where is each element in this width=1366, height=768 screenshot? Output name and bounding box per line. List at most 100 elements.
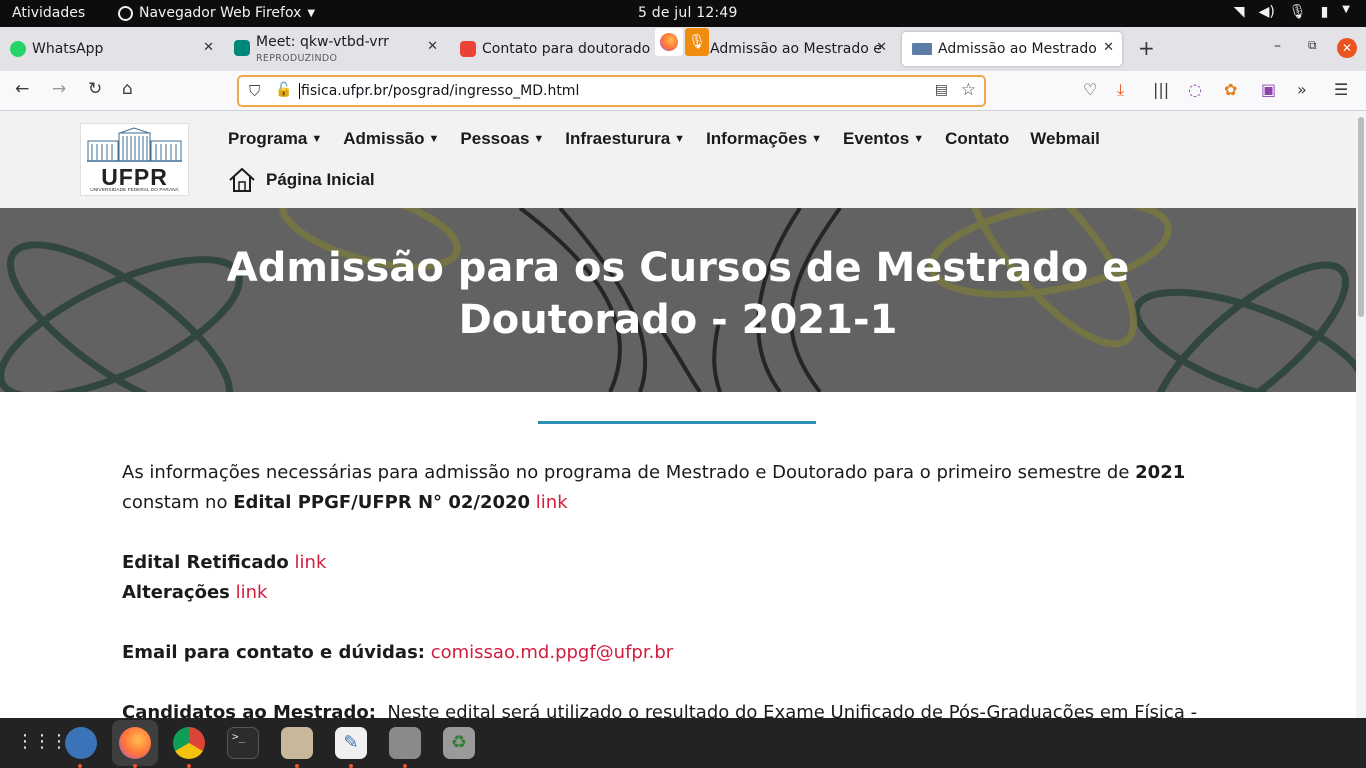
terminal-icon[interactable]: >_ (227, 727, 259, 759)
library-icon[interactable]: ||| (1153, 80, 1169, 99)
whatsapp-icon (10, 41, 26, 57)
close-tab-icon[interactable]: ✕ (427, 39, 438, 54)
close-tab-icon[interactable]: ✕ (876, 40, 887, 55)
edital-link[interactable]: link (536, 492, 568, 513)
insecure-lock-icon[interactable]: 🔓 (275, 82, 292, 98)
reader-view-icon[interactable]: ▤ (935, 82, 948, 98)
nav-programa[interactable]: Programa ▼ (228, 129, 322, 149)
nav-pessoas[interactable]: Pessoas ▼ (460, 129, 544, 149)
url-text[interactable]: fisica.ufpr.br/posgrad/ingresso_MD.html (299, 83, 579, 99)
close-window-button[interactable]: ✕ (1337, 38, 1357, 58)
alteracoes-link[interactable]: link (236, 582, 268, 603)
extension-badge-icon[interactable]: ▣ (1261, 80, 1276, 99)
nav-contato[interactable]: Contato (945, 129, 1009, 149)
home-page-label: Página Inicial (266, 170, 375, 189)
extension-colors-icon[interactable]: ✿ (1224, 80, 1237, 99)
tab-strip: WhatsApp ✕ Meet: qkw-vtbd-vrr REPRODUZIN… (0, 27, 1366, 71)
tab-ufpr-1[interactable]: Admissão ao Mestrado e ✕ (700, 32, 895, 66)
files-icon[interactable] (281, 727, 313, 759)
intro-paragraph: As informações necessárias para admissão… (122, 458, 1232, 518)
nav-infraestrutura[interactable]: Infraesturura ▼ (565, 129, 685, 149)
page-title-line-1: Admissão para os Cursos de Mestrado e (226, 245, 1130, 291)
caret-down-icon: ▼ (428, 133, 440, 145)
hero-banner: Admissão para os Cursos de Mestrado e Do… (0, 208, 1356, 392)
firefox-sharing-indicator[interactable] (655, 28, 683, 56)
drive-icon[interactable] (389, 727, 421, 759)
page-scrollbar[interactable] (1356, 111, 1366, 718)
url-bar[interactable]: ⛉ 🔓 fisica.ufpr.br/posgrad/ingresso_MD.h… (237, 75, 986, 107)
ufpr-logo[interactable]: UFPR UNIVERSIDADE FEDERAL DO PARANÁ (80, 123, 189, 196)
page-title: Admissão para os Cursos de Mestrado e Do… (0, 242, 1356, 346)
maximize-button[interactable]: ⧉ (1308, 38, 1317, 53)
close-tab-icon[interactable]: ✕ (203, 40, 214, 55)
text-editor-icon[interactable]: ✎ (335, 727, 367, 759)
close-tab-icon[interactable]: ✕ (1103, 40, 1114, 55)
battery-icon: ▮ (1320, 4, 1329, 20)
caret-down-icon: ▼ (913, 133, 925, 145)
page-content: As informações necessárias para admissão… (122, 458, 1232, 718)
tracking-shield-icon[interactable]: ⛉ (249, 82, 260, 100)
nav-admissao[interactable]: Admissão ▼ (343, 129, 439, 149)
chevron-down-icon: ▼ (307, 7, 316, 19)
nav-informacoes[interactable]: Informações ▼ (706, 129, 822, 149)
email-label: Email para contato e dúvidas: (122, 642, 425, 663)
extension-icon[interactable]: ◌ (1188, 80, 1202, 99)
back-button[interactable]: ← (15, 79, 29, 99)
activities-button[interactable]: Atividades (12, 5, 85, 21)
forward-button[interactable]: → (52, 79, 66, 99)
dock: ⋮⋮⋮ >_ ✎ ♻ (0, 718, 1366, 768)
firefox-icon (660, 33, 678, 51)
navigation-toolbar: ← → ↻ ⌂ ⛉ 🔓 fisica.ufpr.br/posgrad/ingre… (0, 71, 1366, 111)
home-button[interactable]: ⌂ (122, 79, 133, 99)
chrome-icon[interactable] (173, 727, 205, 759)
downloads-icon[interactable]: ⤓ (1117, 80, 1124, 100)
tab-label: Contato para doutorado - (482, 41, 652, 57)
more-tools-icon[interactable]: » (1297, 80, 1307, 99)
email-link[interactable]: comissao.md.ppgf@ufpr.br (431, 642, 673, 663)
edital-retificado-line: Edital Retificado link (122, 548, 1232, 578)
web-page: UFPR UNIVERSIDADE FEDERAL DO PARANÁ Prog… (0, 111, 1356, 718)
show-apps-icon[interactable]: ⋮⋮⋮ (16, 731, 68, 752)
new-tab-button[interactable]: + (1138, 36, 1155, 60)
pocket-icon[interactable]: ♡ (1083, 80, 1097, 99)
tab-label: WhatsApp (32, 41, 104, 57)
house-icon (229, 167, 255, 192)
intro-text-2: constam no (122, 492, 234, 513)
tab-meet[interactable]: Meet: qkw-vtbd-vrr REPRODUZINDO ✕ (224, 31, 446, 65)
firefox-icon[interactable] (119, 727, 151, 759)
home-page-link[interactable]: Página Inicial (228, 167, 375, 193)
edital-name: Edital PPGF/UFPR N° 02/2020 (233, 492, 531, 513)
app-menu[interactable]: Navegador Web Firefox ▼ (118, 5, 315, 21)
thunderbird-icon[interactable] (65, 727, 97, 759)
edital-retificado-link[interactable]: link (295, 552, 327, 573)
site-header: UFPR UNIVERSIDADE FEDERAL DO PARANÁ Prog… (0, 111, 1356, 208)
clock[interactable]: 5 de jul 12:49 (638, 5, 738, 21)
tab-label: Meet: qkw-vtbd-vrr (256, 34, 389, 50)
volume-icon: ◀) (1258, 4, 1275, 20)
tab-whatsapp[interactable]: WhatsApp ✕ (0, 32, 222, 66)
intro-year: 2021 (1135, 462, 1186, 483)
gmail-icon (460, 41, 476, 57)
building-icon (85, 127, 184, 165)
mestrado-label: Candidatos ao Mestrado: (122, 702, 376, 718)
reload-button[interactable]: ↻ (88, 79, 102, 99)
tab-ufpr-active[interactable]: Admissão ao Mestrado e ✕ (902, 32, 1122, 66)
wifi-icon: ◥ (1233, 4, 1245, 20)
minimize-button[interactable]: – (1274, 38, 1281, 54)
section-divider (538, 421, 816, 424)
scrollbar-thumb[interactable] (1358, 117, 1364, 317)
microphone-sharing-indicator[interactable]: 🎙 (685, 28, 709, 56)
nav-webmail[interactable]: Webmail (1030, 129, 1100, 149)
firefox-icon (118, 5, 133, 21)
nav-eventos[interactable]: Eventos ▼ (843, 129, 924, 149)
tab-gmail[interactable]: Contato para doutorado - (450, 32, 652, 66)
caret-down-icon: ▼ (533, 133, 545, 145)
bookmark-star-icon[interactable]: ☆ (961, 80, 976, 100)
tab-label: Admissão ao Mestrado e (938, 41, 1098, 57)
trash-icon[interactable]: ♻ (443, 727, 475, 759)
hamburger-menu-icon[interactable]: ☰ (1334, 80, 1348, 99)
tab-playing-label: REPRODUZINDO (256, 53, 338, 64)
mestrado-text: Neste edital será utilizado o resultado … (387, 702, 1198, 718)
meet-icon (234, 40, 250, 56)
system-tray[interactable]: ◥ ◀) 🎙 ▮ ▼ (1234, 4, 1350, 20)
